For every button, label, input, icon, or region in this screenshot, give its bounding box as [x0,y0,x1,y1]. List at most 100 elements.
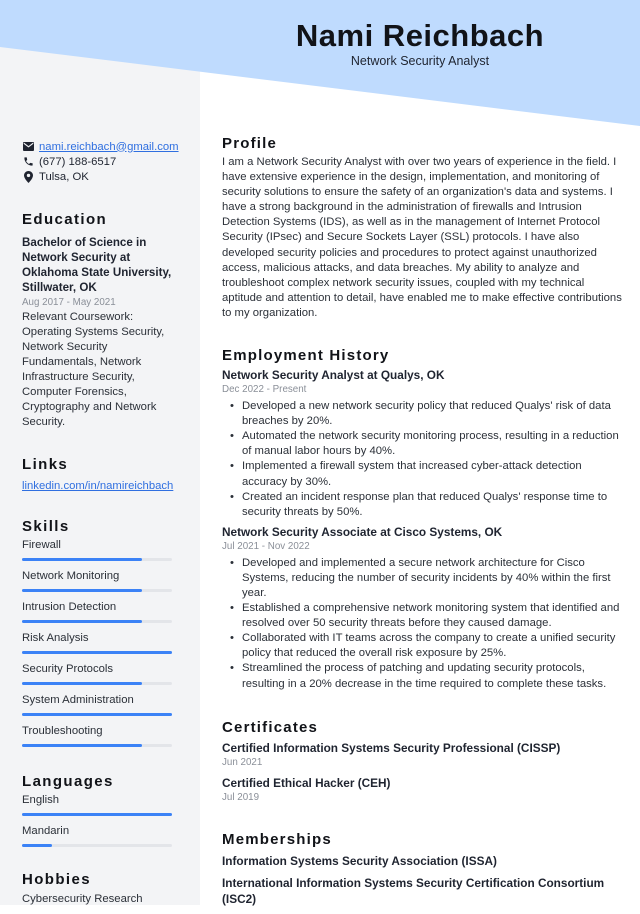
skill-item: Security Protocols [22,662,182,685]
contact-email: nami.reichbach@gmail.com [22,139,182,154]
skills-section: Skills Firewall Network Monitoring Intrusi… [22,518,182,747]
languages-heading: Languages [22,773,114,790]
skill-item-label: Risk Analysis [22,632,89,644]
phone-number: (677) 188-6517 [39,155,117,168]
job-dates: Dec 2022 - Present [222,384,307,396]
language-item-level-fill [22,813,172,816]
certificate-date: Jun 2021 [222,756,263,768]
membership-item: International Information Systems Securi… [222,876,605,906]
language-item-level-track [22,813,172,816]
certificate-entry: Certified Ethical Hacker (CEH) Jul 2019 [222,776,622,805]
skill-item: Intrusion Detection [22,600,182,623]
phone-icon [22,156,34,168]
language-item-label: Mandarin [22,825,70,837]
envelope-icon [22,141,34,153]
education-degree: Bachelor of Science in Network Security … [22,236,172,294]
job-bullet: Developed and implemented a secure netwo… [230,556,622,601]
location-text: Tulsa, OK [39,170,89,183]
skill-item-label: Troubleshooting [22,725,103,737]
skill-item: Risk Analysis [22,631,182,654]
candidate-name: Nami Reichbach [295,18,545,53]
skill-item-level-fill [22,589,142,592]
skill-item-level-fill [22,744,142,747]
job-bullet: Developed a new network security policy … [230,399,622,429]
certificates-section: Certificates Certified Information Syste… [222,719,622,805]
education-description: Relevant Coursework: Operating Systems S… [22,311,165,428]
skill-item-level-track [22,682,172,685]
memberships-list: Information Systems Security Association… [222,854,622,908]
certificate-title: Certified Ethical Hacker (CEH) [222,775,391,790]
education-heading: Education [22,211,108,228]
email-link[interactable]: nami.reichbach@gmail.com [39,141,179,153]
job-entry: Network Security Analyst at Qualys, OK De… [222,368,622,520]
profile-text: I am a Network Security Analyst with ove… [222,156,622,319]
skill-item-label: Security Protocols [22,663,114,675]
profile-section: Profile I am a Network Security Analyst … [222,135,622,321]
certificate-entry: Certified Information Systems Security P… [222,741,622,770]
skill-item-level-fill [22,682,142,685]
job-bullet: Collaborated with IT teams across the co… [230,631,622,661]
job-dates: Jul 2021 - Nov 2022 [222,540,310,552]
skill-item-level-fill [22,713,172,716]
hobbies-heading: Hobbies [22,871,91,888]
skill-item-level-track [22,620,172,623]
skill-item-level-track [22,558,172,561]
skill-item-level-fill [22,558,142,561]
links-section: Links linkedin.com/in/namireichbach [22,456,182,492]
skill-item-level-track [22,744,172,747]
skill-item-level-track [22,651,172,654]
job-title: Network Security Analyst at Qualys, OK [222,368,445,383]
employment-heading: Employment History [222,347,390,365]
memberships-heading: Memberships [222,830,332,848]
skill-item-label: System Administration [22,694,134,706]
certificate-date: Jul 2019 [222,791,260,803]
membership-item: Information Systems Security Association… [222,853,497,868]
language-item-level-track [22,844,172,847]
jobs-list: Network Security Analyst at Qualys, OK De… [222,368,622,692]
candidate-title: Network Security Analyst [350,54,490,68]
job-entry: Network Security Associate at Cisco Syst… [222,525,622,692]
education-dates: Aug 2017 - May 2021 [22,297,116,308]
skill-item-label: Firewall [22,539,61,551]
contact-location: Tulsa, OK [22,169,182,184]
job-bullet: Established a comprehensive network moni… [230,601,622,631]
language-item-level-fill [22,844,52,847]
sidebar: nami.reichbach@gmail.com (677) 188-6517 … [22,139,182,906]
skills-list: Firewall Network Monitoring Intrusion Dete… [22,538,182,747]
job-title: Network Security Associate at Cisco Syst… [222,524,503,539]
certificates-list: Certified Information Systems Security P… [222,741,622,805]
skill-item: Firewall [22,538,182,561]
hobbies-section: Hobbies Cybersecurity Research [22,871,182,906]
skill-item-label: Network Monitoring [22,570,120,582]
contact-info: nami.reichbach@gmail.com (677) 188-6517 … [22,139,182,184]
language-item: Mandarin [22,824,182,847]
skill-item: Network Monitoring [22,569,182,592]
job-bullet: Created an incident response plan that r… [230,490,622,520]
hobby-item: Cybersecurity Research [22,893,143,905]
map-pin-icon [22,170,34,183]
skills-heading: Skills [22,518,70,535]
languages-section: Languages English Mandarin [22,773,182,847]
skill-item-level-fill [22,620,142,623]
links-heading: Links [22,456,69,473]
memberships-section: Memberships Information Systems Security… [222,831,622,908]
job-bullets: Developed a new network security policy … [222,399,622,520]
skill-item: Troubleshooting [22,724,182,747]
languages-list: English Mandarin [22,793,182,847]
main-content: Profile I am a Network Security Analyst … [222,135,622,914]
language-item: English [22,793,182,816]
job-bullet: Implemented a firewall system that incre… [230,459,622,489]
skill-item-label: Intrusion Detection [22,601,117,613]
certificate-title: Certified Information Systems Security P… [222,740,561,755]
contact-phone: (677) 188-6517 [22,154,182,169]
job-bullet: Automated the network security monitorin… [230,429,622,459]
job-bullet: Streamlined the process of patching and … [230,661,622,691]
job-bullets: Developed and implemented a secure netwo… [222,556,622,692]
education-section: Education Bachelor of Science in Network… [22,211,182,430]
language-item-label: English [22,794,60,806]
employment-section: Employment History Network Security Anal… [222,347,622,692]
skill-item-level-fill [22,651,172,654]
linkedin-link[interactable]: linkedin.com/in/namireichbach [22,480,173,492]
skill-item-level-track [22,713,172,716]
certificates-heading: Certificates [222,718,319,736]
